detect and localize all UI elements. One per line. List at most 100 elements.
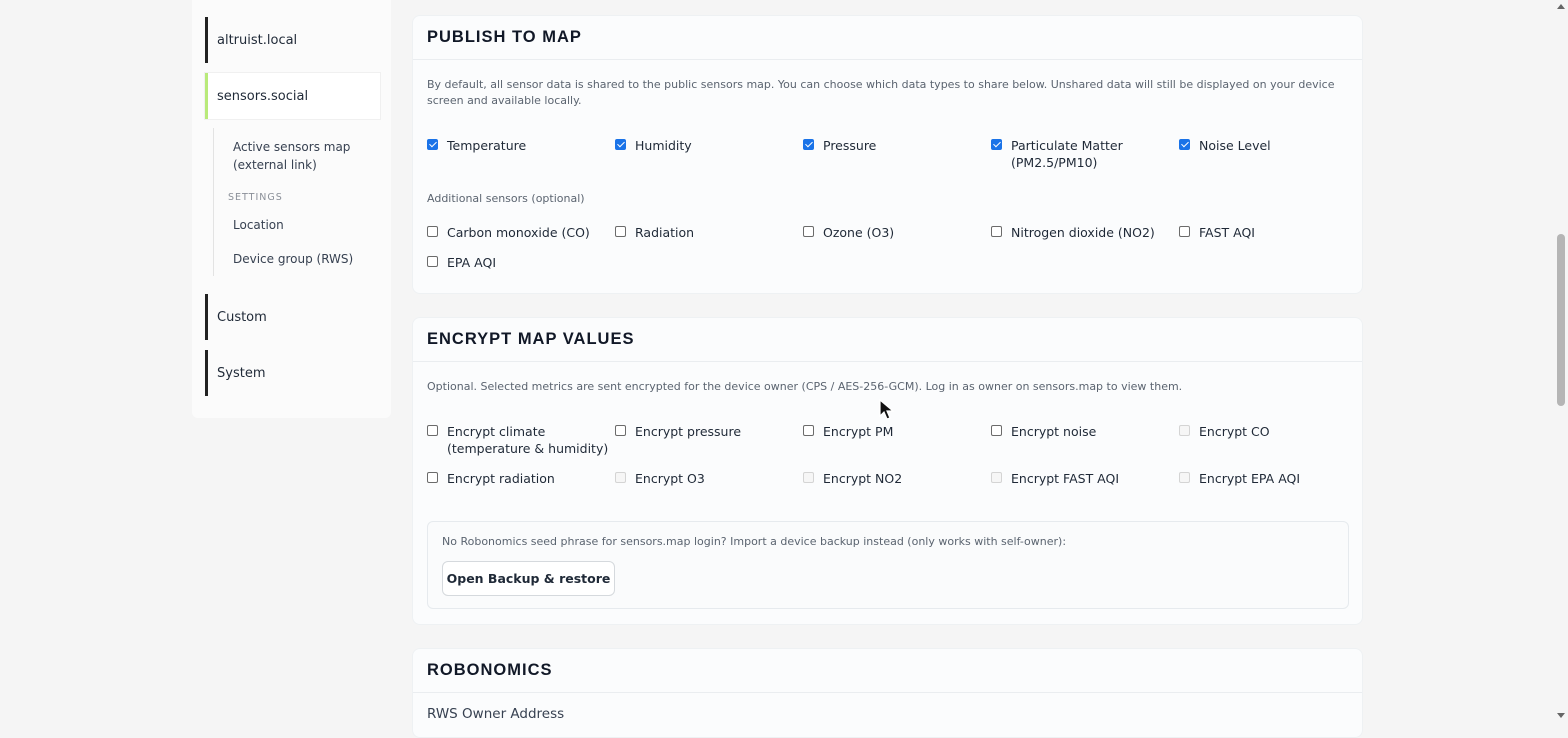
sidebar-item-label: sensors.social — [217, 88, 309, 104]
publish-to-map-card: PUBLISH TO MAP By default, all sensor da… — [412, 15, 1363, 294]
backup-note: No Robonomics seed phrase for sensors.ma… — [442, 535, 1067, 548]
sidebar-item-label: Custom — [217, 309, 267, 325]
checkbox-unchecked-icon[interactable] — [427, 425, 438, 436]
checkbox-disabled-icon — [803, 472, 814, 483]
checkbox-disabled-icon — [615, 472, 626, 483]
sidebar-item-device-group[interactable]: Device group (RWS) — [233, 250, 353, 268]
checkbox-unchecked-icon[interactable] — [427, 226, 438, 237]
checkbox-disabled-icon — [991, 472, 1002, 483]
sidebar-item-altruist-local[interactable]: altruist.local — [205, 17, 380, 63]
checkbox-fast-aqi[interactable]: FAST AQI — [1179, 224, 1255, 241]
scrollbar-thumb[interactable] — [1557, 234, 1565, 406]
checkbox-noise-level[interactable]: Noise Level — [1179, 137, 1271, 154]
active-sensors-map-link[interactable]: Active sensors map (external link) — [233, 138, 350, 174]
checkbox-unchecked-icon[interactable] — [991, 226, 1002, 237]
sensors-social-subnav: Active sensors map (external link) SETTI… — [213, 128, 380, 276]
checkbox-unchecked-icon[interactable] — [427, 472, 438, 483]
checkbox-label: Encrypt noise — [1011, 424, 1097, 439]
checkbox-label: Encrypt climate (temperature & humidity) — [447, 423, 608, 457]
encrypt-description: Optional. Selected metrics are sent encr… — [427, 380, 1183, 393]
checkbox-label: Temperature — [447, 138, 527, 153]
robonomics-title: ROBONOMICS — [413, 649, 1362, 693]
encrypt-map-values-title: ENCRYPT MAP VALUES — [413, 318, 1362, 362]
checkbox-checked-icon[interactable] — [1179, 139, 1190, 150]
checkbox-radiation[interactable]: Radiation — [615, 224, 694, 241]
mouse-pointer-icon — [879, 399, 895, 420]
open-backup-restore-button[interactable]: Open Backup & restore — [442, 561, 615, 596]
checkbox-checked-icon[interactable] — [803, 139, 814, 150]
checkbox-checked-icon[interactable] — [615, 139, 626, 150]
encrypt-map-values-card: ENCRYPT MAP VALUES Optional. Selected me… — [412, 317, 1363, 625]
backup-notice-box: No Robonomics seed phrase for sensors.ma… — [427, 521, 1349, 609]
sidebar-item-sensors-social[interactable]: sensors.social — [205, 73, 380, 119]
checkbox-humidity[interactable]: Humidity — [615, 137, 692, 154]
checkbox-checked-icon[interactable] — [991, 139, 1002, 150]
checkbox-label: Encrypt pressure — [635, 424, 742, 439]
checkbox-label: Noise Level — [1199, 138, 1271, 153]
sidebar-item-system[interactable]: System — [205, 350, 380, 396]
scroll-down-arrow-icon[interactable] — [1557, 713, 1565, 718]
checkbox-nitrogen-dioxide[interactable]: Nitrogen dioxide (NO2) — [991, 224, 1155, 241]
rws-owner-address-label: RWS Owner Address — [427, 706, 565, 722]
checkbox-unchecked-icon[interactable] — [991, 425, 1002, 436]
checkbox-label: Pressure — [823, 138, 877, 153]
checkbox-label: EPA AQI — [447, 255, 497, 270]
checkbox-encrypt-pm[interactable]: Encrypt PM — [803, 423, 893, 440]
checkbox-encrypt-pressure[interactable]: Encrypt pressure — [615, 423, 741, 440]
checkbox-carbon-monoxide[interactable]: Carbon monoxide (CO) — [427, 224, 590, 241]
checkbox-disabled-icon — [1179, 472, 1190, 483]
checkbox-temperature[interactable]: Temperature — [427, 137, 526, 154]
checkbox-encrypt-noise[interactable]: Encrypt noise — [991, 423, 1096, 440]
checkbox-unchecked-icon[interactable] — [427, 256, 438, 267]
checkbox-encrypt-no2: Encrypt NO2 — [803, 470, 902, 487]
publish-description: By default, all sensor data is shared to… — [427, 78, 1335, 107]
additional-sensors-label: Additional sensors (optional) — [427, 192, 585, 205]
checkbox-label: Radiation — [635, 225, 695, 240]
settings-heading: SETTINGS — [228, 192, 283, 203]
active-sensors-map-line1: Active sensors map — [233, 140, 351, 154]
robonomics-card: ROBONOMICS RWS Owner Address — [412, 648, 1363, 738]
sidebar-item-custom[interactable]: Custom — [205, 294, 380, 340]
checkbox-encrypt-o3: Encrypt O3 — [615, 470, 705, 487]
checkbox-unchecked-icon[interactable] — [1179, 226, 1190, 237]
checkbox-unchecked-icon[interactable] — [803, 226, 814, 237]
checkbox-epa-aqi[interactable]: EPA AQI — [427, 254, 496, 271]
label-line2: (temperature & humidity) — [447, 441, 609, 456]
sidebar: altruist.local sensors.social Active sen… — [192, 0, 391, 418]
scroll-up-arrow-icon[interactable] — [1557, 4, 1565, 9]
checkbox-label: Ozone (O3) — [823, 225, 895, 240]
checkbox-encrypt-climate[interactable]: Encrypt climate (temperature & humidity) — [427, 423, 608, 457]
checkbox-unchecked-icon[interactable] — [803, 425, 814, 436]
checkbox-ozone[interactable]: Ozone (O3) — [803, 224, 894, 241]
checkbox-label: Encrypt CO — [1199, 424, 1270, 439]
checkbox-label: Encrypt O3 — [635, 471, 705, 486]
checkbox-pressure[interactable]: Pressure — [803, 137, 876, 154]
checkbox-label: Carbon monoxide (CO) — [447, 225, 590, 240]
checkbox-checked-icon[interactable] — [427, 139, 438, 150]
sidebar-item-label: System — [217, 365, 266, 381]
checkbox-unchecked-icon[interactable] — [615, 226, 626, 237]
checkbox-encrypt-epa-aqi: Encrypt EPA AQI — [1179, 470, 1300, 487]
checkbox-encrypt-radiation[interactable]: Encrypt radiation — [427, 470, 555, 487]
checkbox-disabled-icon — [1179, 425, 1190, 436]
page-scrollbar[interactable] — [1554, 0, 1568, 722]
checkbox-label: Encrypt radiation — [447, 471, 555, 486]
checkbox-label: Particulate Matter (PM2.5/PM10) — [1011, 137, 1123, 171]
checkbox-label: Encrypt NO2 — [823, 471, 903, 486]
sidebar-item-label: altruist.local — [217, 32, 298, 48]
checkbox-label: Encrypt EPA AQI — [1199, 471, 1301, 486]
label-line2: (PM2.5/PM10) — [1011, 155, 1098, 170]
checkbox-label: Encrypt PM — [823, 424, 894, 439]
checkbox-encrypt-co: Encrypt CO — [1179, 423, 1270, 440]
checkbox-unchecked-icon[interactable] — [615, 425, 626, 436]
checkbox-particulate-matter[interactable]: Particulate Matter (PM2.5/PM10) — [991, 137, 1123, 171]
checkbox-label: Nitrogen dioxide (NO2) — [1011, 225, 1155, 240]
sidebar-item-location[interactable]: Location — [233, 216, 284, 234]
checkbox-label: FAST AQI — [1199, 225, 1255, 240]
publish-to-map-title: PUBLISH TO MAP — [413, 16, 1362, 60]
label-line1: Encrypt climate — [447, 424, 546, 439]
label-line1: Particulate Matter — [1011, 138, 1123, 153]
active-sensors-map-line2: (external link) — [233, 158, 317, 172]
checkbox-encrypt-fast-aqi: Encrypt FAST AQI — [991, 470, 1119, 487]
checkbox-label: Humidity — [635, 138, 692, 153]
